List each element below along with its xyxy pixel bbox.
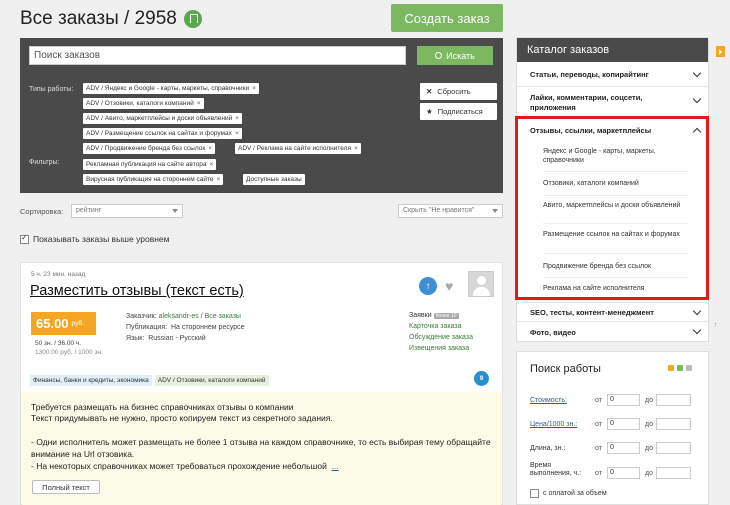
- time-label: Время: [530, 462, 552, 469]
- view-option[interactable]: [668, 365, 674, 371]
- arrow-up-icon[interactable]: ↑: [419, 277, 437, 295]
- bookmark-icon[interactable]: [183, 10, 202, 28]
- customer-line: Заказчик: aleksandr-es / Все заказы: [126, 313, 241, 320]
- catalog-section[interactable]: Лайки, комментарии, соцсети, приложения: [517, 87, 708, 117]
- chevron-down-icon: [172, 209, 178, 213]
- work-types-label: Типы работы:: [29, 86, 74, 93]
- full-text-button[interactable]: Полный текст: [32, 480, 100, 494]
- star-icon: ★: [426, 107, 433, 116]
- reset-button[interactable]: ✕ Сбросить: [420, 83, 497, 100]
- price-badge: 65.00 руб.: [31, 312, 96, 335]
- checkbox[interactable]: [20, 233, 29, 244]
- length-label: Длина, зн.:: [530, 445, 566, 452]
- create-order-button[interactable]: Создать заказ: [391, 4, 503, 32]
- highlight-box: [515, 116, 709, 300]
- close-icon[interactable]: ×: [197, 100, 201, 107]
- cost-label[interactable]: Стоимость:: [530, 397, 567, 404]
- hide-disliked-select[interactable]: Скрыть "Не нравится": [398, 204, 503, 218]
- fee-checkbox-row[interactable]: с оплатой за объем: [530, 489, 607, 498]
- order-time: 5 ч. 23 мин. назад: [31, 271, 86, 278]
- filter-tag[interactable]: Рекламная публикация на сайте автора ×: [83, 159, 217, 170]
- time-from-input[interactable]: 0: [607, 467, 640, 479]
- catalog-section[interactable]: Статьи, переводы, копирайтинг: [517, 62, 708, 87]
- page: Все заказы / 2958 Создать заказ Поиск за…: [0, 0, 730, 505]
- chevron-down-icon: [692, 68, 702, 78]
- order-card-link[interactable]: Карточка заказа: [409, 323, 462, 330]
- category-tag[interactable]: Финансы, банки и кредиты, экономика: [30, 375, 152, 386]
- sort-select[interactable]: рейтинг: [71, 204, 183, 218]
- catalog-title: Каталог заказов: [517, 38, 708, 62]
- filter-tag[interactable]: ADV / Отзовики, каталоги компаний ×: [83, 98, 204, 109]
- scroll-up-icon[interactable]: ↑: [714, 322, 718, 329]
- expand-arrow-icon[interactable]: [716, 46, 725, 57]
- chevron-down-icon: [692, 325, 702, 335]
- time-to-input[interactable]: [656, 467, 691, 479]
- bids-line: Заявки более 10: [409, 312, 459, 319]
- time-label-2: выполнения, ч.:: [530, 470, 582, 477]
- close-icon[interactable]: ×: [354, 145, 358, 152]
- category-tag[interactable]: ADV / Отзовики, каталоги компаний: [154, 375, 269, 386]
- filter-tag[interactable]: ADV / Продвижение бренда без ссылок ×: [83, 143, 215, 154]
- filter-tag[interactable]: ADV / Реклама на сайте исполнителя ×: [235, 143, 361, 154]
- close-icon[interactable]: ×: [208, 145, 212, 152]
- view-option[interactable]: [686, 365, 692, 371]
- filter-tag[interactable]: Вирусная публикация на стороннем сайте ×: [83, 174, 224, 185]
- price-per-1000-label[interactable]: Цена/1000 зн.:: [530, 421, 577, 428]
- close-icon[interactable]: ×: [235, 130, 239, 137]
- rate-line: 1300.00 руб. / 1000 зн.: [35, 349, 103, 356]
- gear-icon[interactable]: 9: [474, 371, 489, 386]
- order-notices-link[interactable]: Извещения заказа: [409, 345, 469, 352]
- customer-link[interactable]: aleksandr-es: [159, 313, 199, 320]
- close-icon[interactable]: ×: [209, 161, 213, 168]
- close-icon[interactable]: ×: [217, 176, 221, 183]
- close-icon[interactable]: ×: [235, 115, 239, 122]
- search-button-label: Искать: [446, 50, 475, 61]
- all-orders-link[interactable]: Все заказы: [205, 313, 241, 320]
- show-above-level-toggle[interactable]: Показывать заказы выше уровнем: [20, 233, 169, 244]
- length-from-input[interactable]: 0: [607, 442, 640, 454]
- cost-to-input[interactable]: [656, 394, 691, 406]
- filters-label: Фильтры:: [29, 159, 60, 166]
- cost-from-input[interactable]: 0: [607, 394, 640, 406]
- catalog-section[interactable]: Фото, видео: [517, 322, 708, 342]
- page-title: Все заказы / 2958: [20, 8, 177, 29]
- checkbox[interactable]: [530, 489, 539, 498]
- language-line: Язык: Russian - Русский: [126, 335, 206, 342]
- filter-tag[interactable]: ADV / Авито, маркетплейсы и доски объявл…: [83, 113, 243, 124]
- order-title[interactable]: Разместить отзывы (текст есть): [30, 283, 244, 299]
- filter-tag[interactable]: Доступные заказы: [243, 174, 305, 185]
- price-from-input[interactable]: 0: [607, 418, 640, 430]
- filter-tag[interactable]: ADV / Яндекс и Google - карты, маркеты, …: [83, 83, 259, 94]
- filter-tag[interactable]: ADV / Размещение ссылок на сайтах и фору…: [83, 128, 242, 139]
- order-categories: Финансы, банки и кредиты, экономика ADV …: [30, 375, 269, 386]
- price-to-input[interactable]: [656, 418, 691, 430]
- search-button[interactable]: Искать: [417, 46, 493, 65]
- view-option[interactable]: [677, 365, 683, 371]
- view-toggle[interactable]: [668, 365, 692, 371]
- more-link[interactable]: ...: [332, 461, 339, 471]
- search-icon: [435, 52, 443, 59]
- publication-line: Публикация: На стороннем ресурсе: [126, 324, 245, 331]
- close-icon[interactable]: ×: [252, 85, 256, 92]
- order-discussion-link[interactable]: Обсуждение заказа: [409, 334, 473, 341]
- chevron-down-icon: [492, 209, 498, 213]
- order-card: 5 ч. 23 мин. назад Разместить отзывы (те…: [20, 262, 503, 505]
- avatar[interactable]: [468, 271, 494, 297]
- page-header: Все заказы / 2958: [20, 8, 202, 30]
- heart-icon[interactable]: ♥: [445, 278, 453, 294]
- search-input[interactable]: Поиск заказов: [29, 46, 406, 65]
- work-search-panel: Поиск работы Стоимость: от 0 до Цена/100…: [516, 351, 709, 505]
- bids-badge: более 10: [433, 313, 459, 319]
- rate-line: 50 зн. / 36.00 ч.: [35, 340, 82, 347]
- sort-label: Сортировка:: [20, 207, 64, 216]
- catalog-section[interactable]: SEO, тесты, контент-менеджмент: [517, 302, 708, 322]
- chevron-down-icon: [692, 94, 702, 104]
- work-search-title: Поиск работы: [530, 363, 601, 375]
- subscribe-button[interactable]: ★ Подписаться: [420, 103, 497, 120]
- close-icon: ✕: [426, 87, 433, 96]
- filter-panel: Поиск заказов Искать Типы работы: Фильтр…: [20, 38, 503, 193]
- chevron-down-icon: [692, 306, 702, 316]
- length-to-input[interactable]: [656, 442, 691, 454]
